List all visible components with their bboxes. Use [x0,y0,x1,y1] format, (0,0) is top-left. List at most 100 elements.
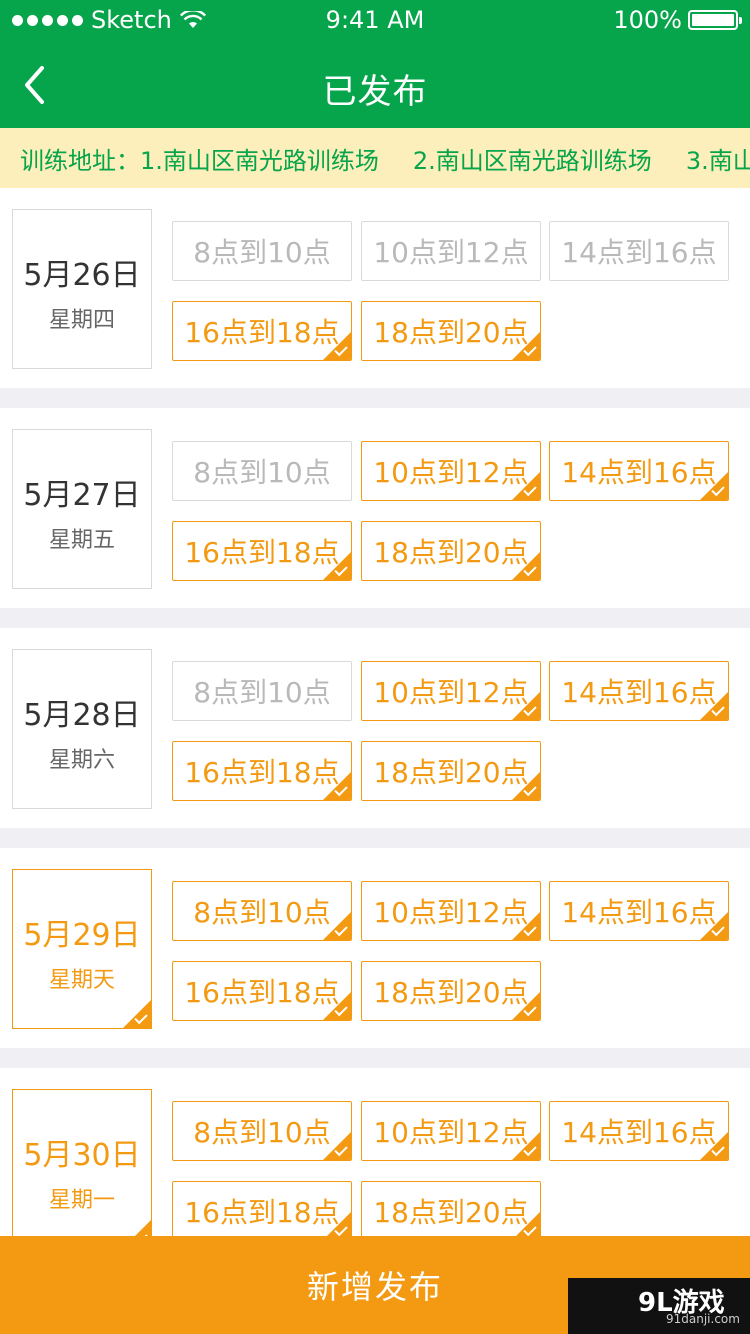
day-row: 5月29日星期天 8点到10点 10点到12点 14点到16点 16点到18点 18点到2… [0,848,750,1048]
time-slot-button[interactable]: 10点到12点 [361,661,541,721]
time-slot-button[interactable]: 16点到18点 [172,301,352,361]
checkmark-icon [512,692,540,720]
checkmark-icon [512,1132,540,1160]
date-card[interactable]: 5月30日星期一 [12,1089,152,1236]
time-slot-button[interactable]: 14点到16点 [549,221,729,281]
time-slot-button[interactable]: 8点到10点 [172,221,352,281]
checkmark-icon [512,992,540,1020]
address-bar: 训练地址： 1.南山区南光路训练场 2.南山区南光路训练场 3.南山区南光路训练… [0,128,750,188]
time-slot-label: 18点到20点 [373,1196,529,1229]
time-slot-label: 16点到18点 [184,536,340,569]
time-slot-button[interactable]: 8点到10点 [172,441,352,501]
date-label: 5月30日 [23,1138,141,1173]
time-slot-button[interactable]: 16点到18点 [172,1181,352,1236]
checkmark-icon [123,1000,151,1028]
checkmark-icon [700,1132,728,1160]
checkmark-icon [323,552,351,580]
date-label: 5月28日 [23,698,141,733]
time-slot-button[interactable]: 18点到20点 [361,521,541,581]
checkmark-icon [512,472,540,500]
status-bar: Sketch 9:41 AM 100% [0,0,750,40]
time-slot-button[interactable]: 16点到18点 [172,741,352,801]
weekday-label: 星期六 [48,748,115,773]
address-item: 1.南山区南光路训练场 [140,146,379,175]
checkmark-icon [323,1132,351,1160]
time-slot-label: 8点到10点 [193,236,331,269]
day-row: 5月30日星期一 8点到10点 10点到12点 14点到16点 16点到18点 18点到2… [0,1068,750,1236]
time-slot-label: 18点到20点 [373,756,529,789]
time-slot-label: 8点到10点 [193,676,331,709]
time-slot-button[interactable]: 10点到12点 [361,221,541,281]
time-slot-label: 16点到18点 [184,316,340,349]
time-slot-label: 10点到12点 [373,236,529,269]
header: Sketch 9:41 AM 100% 已发布 [0,0,750,128]
date-card[interactable]: 5月27日 星期五 [12,429,152,589]
time-slot-button[interactable]: 14点到16点 [549,441,729,501]
time-slot-label: 16点到18点 [184,756,340,789]
time-slot-label: 14点到16点 [561,236,717,269]
time-slot-button[interactable]: 16点到18点 [172,521,352,581]
checkmark-icon [123,1220,151,1236]
watermark: 9L游戏 91danji.com [568,1278,750,1334]
time-slot-label: 16点到18点 [184,976,340,1009]
time-slot-label: 18点到20点 [373,536,529,569]
time-slot-button[interactable]: 14点到16点 [549,1101,729,1161]
checkmark-icon [512,332,540,360]
time-slot-label: 8点到10点 [193,456,331,489]
time-slot-button[interactable]: 18点到20点 [361,741,541,801]
time-slot-button[interactable]: 8点到10点 [172,661,352,721]
time-slot-label: 18点到20点 [373,316,529,349]
day-row: 5月28日星期六 8点到10点 10点到12点 14点到16点 16点到18点 18点到2… [0,628,750,828]
checkmark-icon [323,772,351,800]
date-card[interactable]: 5月26日星期四 [12,209,152,369]
time-slot-label: 14点到16点 [561,676,717,709]
time-slot-label: 10点到12点 [373,676,529,709]
date-label: 5月29日 [23,918,141,953]
weekday-label: 星期一 [48,1188,115,1213]
time-slot-label: 18点到20点 [373,976,529,1009]
time-slot-button[interactable]: 18点到20点 [361,1181,541,1236]
checkmark-icon [700,912,728,940]
time-slot-button[interactable]: 18点到20点 [361,961,541,1021]
battery-percent: 100% [613,6,682,34]
time-slot-label: 10点到12点 [373,456,529,489]
checkmark-icon [700,692,728,720]
battery-icon [688,10,742,30]
time-slot-label: 10点到12点 [373,1116,529,1149]
date-card[interactable]: 5月28日星期六 [12,649,152,809]
checkmark-icon [512,912,540,940]
address-label: 训练地址： [20,146,140,175]
checkmark-icon [512,552,540,580]
time-slot-label: 8点到10点 [193,1116,331,1149]
weekday-label: 星期五 [48,528,115,553]
time-slot-button[interactable]: 10点到12点 [361,881,541,941]
checkmark-icon [700,472,728,500]
time-slot-label: 14点到16点 [561,896,717,929]
time-slot-label: 14点到16点 [561,456,717,489]
checkmark-icon [323,332,351,360]
time-slot-label: 10点到12点 [373,896,529,929]
time-slot-button[interactable]: 8点到10点 [172,881,352,941]
date-card[interactable]: 5月29日星期天 [12,869,152,1029]
time-slot-button[interactable]: 14点到16点 [549,661,729,721]
time-slot-button[interactable]: 8点到10点 [172,1101,352,1161]
day-row: 5月27日 星期五 8点到10点 10点到12点 14点到16点 16点到18点 18点到2… [0,408,750,608]
time-slot-label: 8点到10点 [193,896,331,929]
weekday-label: 星期天 [48,968,115,993]
address-item: 2.南山区南光路训练场 [412,146,652,175]
time-slot-label: 16点到18点 [184,1196,340,1229]
schedule-list: 5月26日星期四 8点到10点 10点到12点 14点到16点 16点到18点 18点到2… [0,188,750,1236]
weekday-label: 星期四 [48,308,115,333]
checkmark-icon [323,1212,351,1236]
page-title: 已发布 [322,72,428,112]
checkmark-icon [323,992,351,1020]
watermark-url: 91danji.com [666,1312,740,1326]
time-slot-button[interactable]: 16点到18点 [172,961,352,1021]
time-slot-button[interactable]: 10点到12点 [361,1101,541,1161]
day-row: 5月26日星期四 8点到10点 10点到12点 14点到16点 16点到18点 18点到2… [0,188,750,388]
date-label: 5月26日 [23,258,141,293]
time-slot-button[interactable]: 10点到12点 [361,441,541,501]
time-slot-label: 14点到16点 [561,1116,717,1149]
time-slot-button[interactable]: 18点到20点 [361,301,541,361]
time-slot-button[interactable]: 14点到16点 [549,881,729,941]
